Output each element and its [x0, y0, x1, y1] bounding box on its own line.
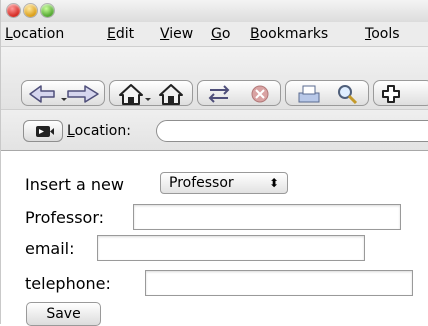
- menu-bookmarks[interactable]: Bookmarks: [250, 25, 328, 43]
- email-input[interactable]: [97, 235, 365, 261]
- add-icon[interactable]: [374, 81, 428, 107]
- location-input[interactable]: [156, 120, 428, 142]
- browser-window: Location Edit View Go Bookmarks Tools Lo…: [0, 0, 428, 326]
- print-search-group: [285, 80, 369, 106]
- menu-edit[interactable]: Edit: [107, 25, 134, 43]
- email-label: email:: [25, 239, 75, 258]
- location-label: Location:: [67, 123, 131, 139]
- stop-icon[interactable]: [198, 81, 282, 107]
- search-icon[interactable]: [286, 81, 370, 107]
- type-select-value: Professor: [169, 175, 234, 191]
- home-alt-icon[interactable]: [110, 81, 194, 107]
- go-icon: [36, 126, 54, 137]
- forward-icon[interactable]: [22, 81, 106, 107]
- navigation-toolbar: [1, 47, 428, 110]
- back-forward-group: [21, 80, 105, 106]
- home-group: [109, 80, 193, 106]
- select-arrow-icon: ⬍: [268, 176, 279, 190]
- page-content: Insert a new Professor ⬍ Professor: emai…: [1, 151, 428, 326]
- menu-location[interactable]: Location: [5, 25, 64, 43]
- minimize-window-button[interactable]: [24, 4, 37, 17]
- save-button[interactable]: Save: [26, 302, 101, 326]
- reload-stop-group: [197, 80, 281, 106]
- professor-label: Professor:: [25, 208, 105, 227]
- add-group: [373, 80, 428, 106]
- professor-input[interactable]: [133, 204, 401, 230]
- location-bar: Location:: [1, 110, 428, 151]
- insert-label: Insert a new: [25, 175, 124, 194]
- close-window-button[interactable]: [7, 4, 20, 17]
- menu-view[interactable]: View: [160, 25, 193, 43]
- telephone-input[interactable]: [145, 270, 413, 296]
- zoom-window-button[interactable]: [41, 4, 54, 17]
- telephone-label: telephone:: [25, 274, 111, 293]
- menu-bar: Location Edit View Go Bookmarks Tools: [1, 22, 428, 47]
- menu-tools[interactable]: Tools: [365, 25, 400, 43]
- menu-go[interactable]: Go: [211, 25, 230, 43]
- title-bar: [1, 0, 428, 23]
- go-button[interactable]: [23, 120, 63, 142]
- type-select[interactable]: Professor ⬍: [160, 172, 288, 194]
